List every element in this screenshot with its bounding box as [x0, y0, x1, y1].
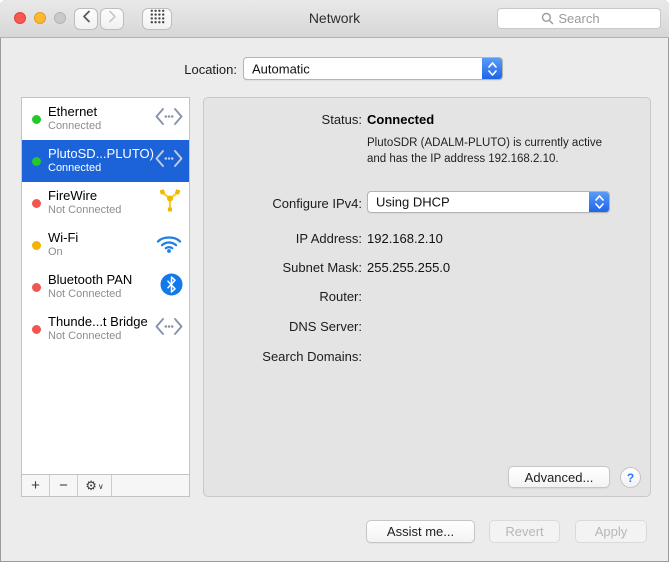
status-value: Connected [367, 112, 435, 127]
interfaces-sidebar: Ethernet Connected PlutoSD...PLUTO) Conn… [21, 97, 190, 497]
popup-stepper-icon [482, 58, 502, 79]
router-label: Router: [319, 289, 362, 304]
configure-ipv4-value: Using DHCP [376, 194, 450, 210]
interface-name: Thunde...t Bridge [48, 314, 148, 330]
gear-icon: ⚙ [85, 477, 97, 493]
interface-status: Not Connected [48, 204, 122, 217]
status-dot [32, 240, 41, 250]
remove-interface-button[interactable]: − [50, 475, 78, 496]
status-label: Status: [321, 112, 362, 127]
titlebar: Network [0, 0, 669, 38]
ethernet-icon [155, 108, 183, 131]
sidebar-item-wifi[interactable]: Wi-Fi On [22, 224, 189, 266]
location-popup[interactable]: Automatic [243, 57, 503, 80]
status-description-line1: PlutoSDR (ADALM-PLUTO) is currently acti… [367, 137, 602, 149]
action-menu-button[interactable]: ⚙ ∨ [78, 475, 112, 496]
status-dot [32, 282, 41, 292]
interface-name: Bluetooth PAN [48, 272, 133, 288]
status-dot [32, 324, 41, 334]
ip-address-label: IP Address: [295, 231, 362, 246]
subnet-mask-label: Subnet Mask: [282, 260, 363, 275]
interface-name: Ethernet [48, 104, 98, 120]
search-input[interactable] [497, 8, 661, 29]
sidebar-item-thunderbolt-bridge[interactable]: Thunde...t Bridge Not Connected [22, 308, 189, 350]
interface-status: Connected [48, 120, 102, 133]
interface-status: Connected [48, 162, 102, 175]
sidebar-item-bluetooth-pan[interactable]: Bluetooth PAN Not Connected [22, 266, 189, 308]
configure-ipv4-popup[interactable]: Using DHCP [367, 191, 610, 213]
status-dot [32, 114, 41, 124]
sidebar-toolbar: + − ⚙ ∨ [22, 474, 189, 496]
interface-name: FireWire [48, 188, 98, 204]
chevron-down-icon: ∨ [97, 482, 104, 491]
interface-name: PlutoSD...PLUTO) [48, 146, 154, 162]
bluetooth-icon [160, 273, 183, 301]
dns-server-label: DNS Server: [289, 319, 362, 334]
ethernet-icon [155, 318, 183, 341]
apply-button[interactable]: Apply [575, 520, 647, 543]
popup-stepper-icon [589, 192, 609, 212]
configure-ipv4-label: Configure IPv4: [272, 196, 362, 211]
ethernet-icon [155, 150, 183, 173]
advanced-button[interactable]: Advanced... [508, 466, 610, 488]
interface-status: Not Connected [48, 330, 122, 343]
firewire-icon [157, 188, 183, 219]
interface-status: Not Connected [48, 288, 122, 301]
subnet-mask-value: 255.255.255.0 [367, 260, 451, 275]
ip-address-value: 192.168.2.10 [367, 231, 443, 246]
add-interface-button[interactable]: + [22, 475, 50, 496]
sidebar-item-ethernet[interactable]: Ethernet Connected [22, 98, 189, 140]
location-label: Location: [184, 62, 237, 77]
search-domains-label: Search Domains: [262, 349, 362, 364]
help-button[interactable]: ? [620, 467, 641, 488]
wifi-icon [155, 232, 183, 258]
connection-detail-panel: Status: Connected PlutoSDR (ADALM-PLUTO)… [203, 97, 651, 497]
status-description-line2: and has the IP address 192.168.2.10. [367, 153, 559, 165]
status-dot [32, 198, 41, 208]
interface-status: On [48, 246, 63, 259]
assist-me-button[interactable]: Assist me... [366, 520, 475, 543]
sidebar-item-plutosdr[interactable]: PlutoSD...PLUTO) Connected [22, 140, 189, 182]
revert-button[interactable]: Revert [489, 520, 560, 543]
search-field[interactable] [497, 8, 661, 29]
network-preferences-window: Network Location: Automatic Ethernet Con… [0, 0, 669, 562]
sidebar-item-firewire[interactable]: FireWire Not Connected [22, 182, 189, 224]
status-dot [32, 156, 41, 166]
interface-name: Wi-Fi [48, 230, 79, 246]
location-popup-value: Automatic [252, 61, 310, 76]
status-description: PlutoSDR (ADALM-PLUTO) is currently acti… [367, 135, 602, 167]
